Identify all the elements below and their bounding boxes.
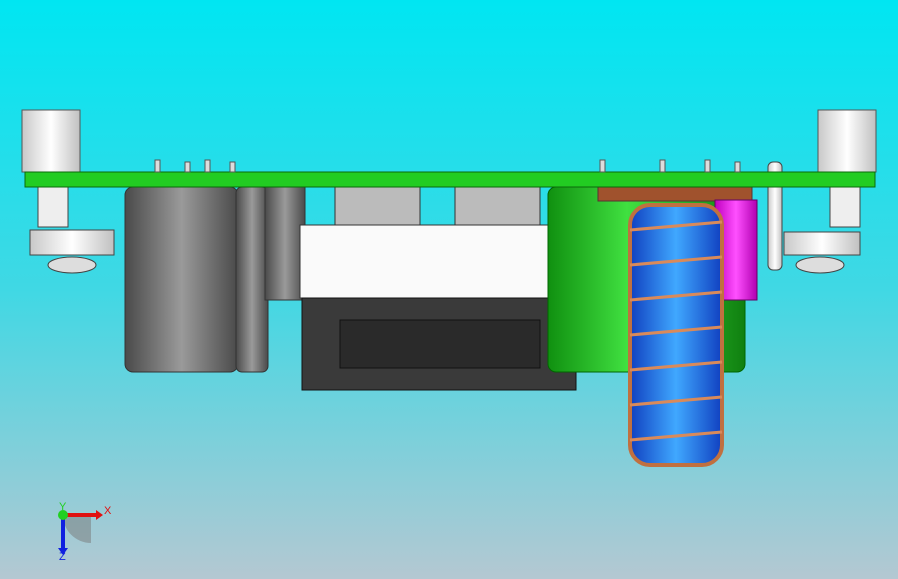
daughter-board <box>597 186 753 202</box>
electrolytic-capacitors <box>124 186 306 373</box>
z-axis-label: Z <box>59 551 66 563</box>
y-axis-label: Y <box>59 501 67 513</box>
cad-viewport[interactable]: X Y Z <box>0 0 898 579</box>
pcb <box>24 159 876 188</box>
x-axis-label: X <box>104 505 112 517</box>
left-bracket <box>21 109 115 274</box>
right-bracket <box>767 109 877 274</box>
toroid-inductor <box>628 203 724 467</box>
heatsink-fan <box>299 186 579 391</box>
axis-triad[interactable]: X Y Z <box>58 501 112 563</box>
